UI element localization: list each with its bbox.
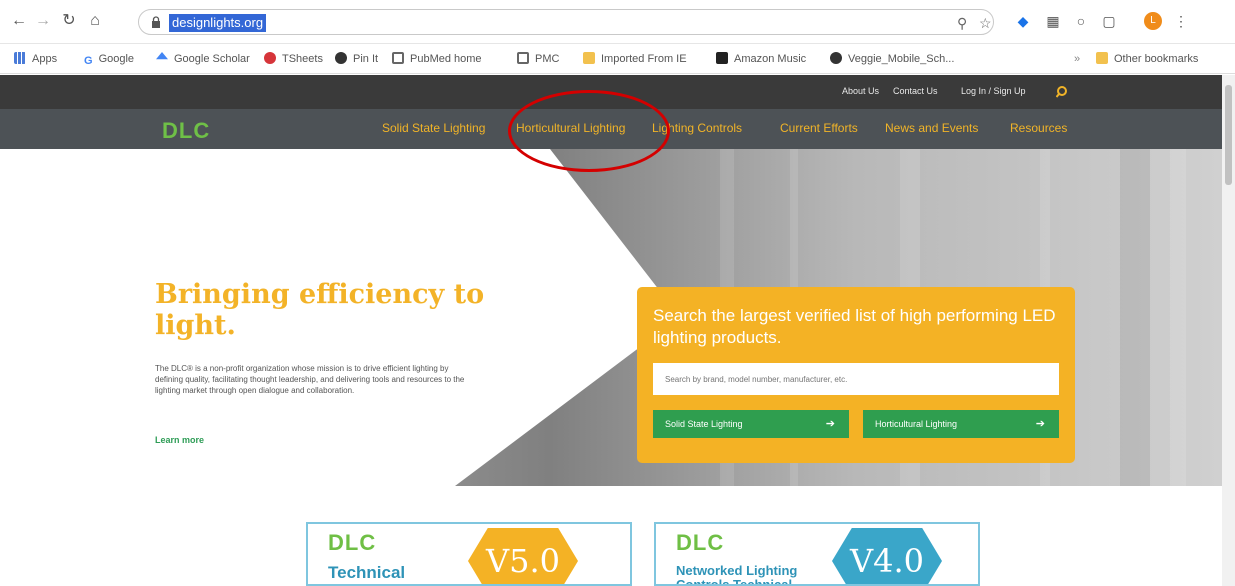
dlc-logo[interactable]: DLC — [162, 118, 210, 144]
url-text[interactable]: designlights.org — [169, 14, 267, 32]
login-signup-link[interactable]: Log In / Sign Up — [961, 86, 1026, 96]
search-icon[interactable] — [1056, 85, 1070, 99]
learn-more-link[interactable]: Learn more — [155, 435, 204, 445]
screenshot: ← → ↻ ⌂ designlights.org ⚲ ☆ ◆ ▦ ○ ▢ L ⋮… — [0, 0, 1235, 586]
extension-icon[interactable]: ◆ — [1014, 12, 1032, 30]
zoom-icon[interactable]: ⚲ — [957, 14, 967, 32]
bookmark-google-scholar[interactable]: Google Scholar — [156, 52, 250, 66]
arrow-right-icon: ➔ — [825, 418, 835, 430]
forward-icon[interactable]: → — [34, 12, 52, 30]
bookmark-apps[interactable]: Apps — [14, 52, 57, 66]
nlc-technical-requirements-card[interactable]: DLC Networked Lighting Controls Technica… — [654, 522, 980, 586]
search-heading: Search the largest verified list of high… — [653, 306, 1056, 347]
globe-icon — [830, 52, 842, 64]
hero-description: The DLC® is a non-profit organization wh… — [155, 364, 465, 395]
bookmark-imported-from-ie[interactable]: Imported From IE — [583, 52, 687, 66]
browser-toolbar: ← → ↻ ⌂ designlights.org ⚲ ☆ ◆ ▦ ○ ▢ L ⋮ — [0, 0, 1235, 44]
google-icon: G — [84, 55, 93, 67]
scholar-icon — [156, 52, 168, 60]
horticultural-lighting-button[interactable]: Horticultural Lighting ➔ — [863, 410, 1059, 438]
hero-section: Bringing efficiency to light. The DLC® i… — [0, 149, 1222, 486]
tsheets-icon — [264, 52, 276, 64]
bookmark-other[interactable]: Other bookmarks — [1096, 52, 1198, 66]
bookmark-google[interactable]: G Google — [84, 52, 134, 67]
card-dlc-logo: DLC — [328, 530, 377, 555]
back-icon[interactable]: ← — [10, 12, 28, 30]
bookmark-amazon-music[interactable]: Amazon Music — [716, 52, 806, 66]
menu-icon[interactable]: ⋮ — [1172, 12, 1190, 30]
contact-us-link[interactable]: Contact Us — [893, 86, 938, 96]
globe-icon — [335, 52, 347, 64]
version-badge: V4.0 — [832, 528, 942, 584]
folder-icon — [1096, 52, 1108, 64]
lock-icon — [152, 16, 160, 28]
card-dlc-logo: DLC — [676, 530, 725, 555]
arrow-right-icon: ➔ — [1035, 418, 1045, 430]
profile-avatar-icon[interactable]: L — [1144, 12, 1162, 30]
bookmarks-bar: Apps G Google Google Scholar TSheets Pin … — [0, 44, 1235, 74]
about-us-link[interactable]: About Us — [842, 86, 879, 96]
nav-resources[interactable]: Resources — [1010, 121, 1067, 135]
solid-state-lighting-button[interactable]: Solid State Lighting ➔ — [653, 410, 849, 438]
pmc-icon — [517, 52, 529, 64]
card-subtitle: Networked Lighting Controls Technical — [676, 563, 798, 586]
version-badge: V5.0 — [468, 528, 578, 584]
card-subtitle: Technical — [328, 563, 406, 582]
page-scrollbar[interactable] — [1222, 75, 1235, 586]
product-search-input[interactable] — [653, 363, 1059, 395]
home-icon[interactable]: ⌂ — [86, 12, 104, 30]
star-icon[interactable]: ☆ — [979, 14, 992, 32]
product-search-panel: Search the largest verified list of high… — [637, 287, 1075, 463]
bookmark-pubmed[interactable]: PubMed home — [392, 52, 482, 66]
extension-page-icon[interactable]: ▢ — [1100, 12, 1118, 30]
bookmark-tsheets[interactable]: TSheets — [264, 52, 323, 66]
pubmed-icon — [392, 52, 404, 64]
annotation-circle — [508, 90, 670, 172]
address-bar[interactable]: designlights.org ⚲ ☆ — [138, 9, 994, 35]
reload-icon[interactable]: ↻ — [60, 12, 78, 30]
folder-icon — [583, 52, 595, 64]
hero-title: Bringing efficiency to light. — [155, 279, 485, 341]
extension-grid-icon[interactable]: ▦ — [1044, 12, 1062, 30]
nav-solid-state-lighting[interactable]: Solid State Lighting — [382, 121, 485, 135]
nav-news-and-events[interactable]: News and Events — [885, 121, 978, 135]
technical-requirements-card[interactable]: DLC Technical V5.0 — [306, 522, 632, 586]
apps-icon — [14, 52, 26, 64]
bookmark-veggie-mobile[interactable]: Veggie_Mobile_Sch... — [830, 52, 954, 66]
bookmark-pin-it[interactable]: Pin It — [335, 52, 378, 66]
amazon-icon — [716, 52, 728, 64]
bookmarks-overflow-icon[interactable]: » — [1074, 52, 1080, 66]
extension-circle-icon[interactable]: ○ — [1072, 12, 1090, 30]
scrollbar-thumb[interactable] — [1225, 85, 1232, 185]
bookmark-pmc[interactable]: PMC — [517, 52, 559, 66]
nav-current-efforts[interactable]: Current Efforts — [780, 121, 858, 135]
